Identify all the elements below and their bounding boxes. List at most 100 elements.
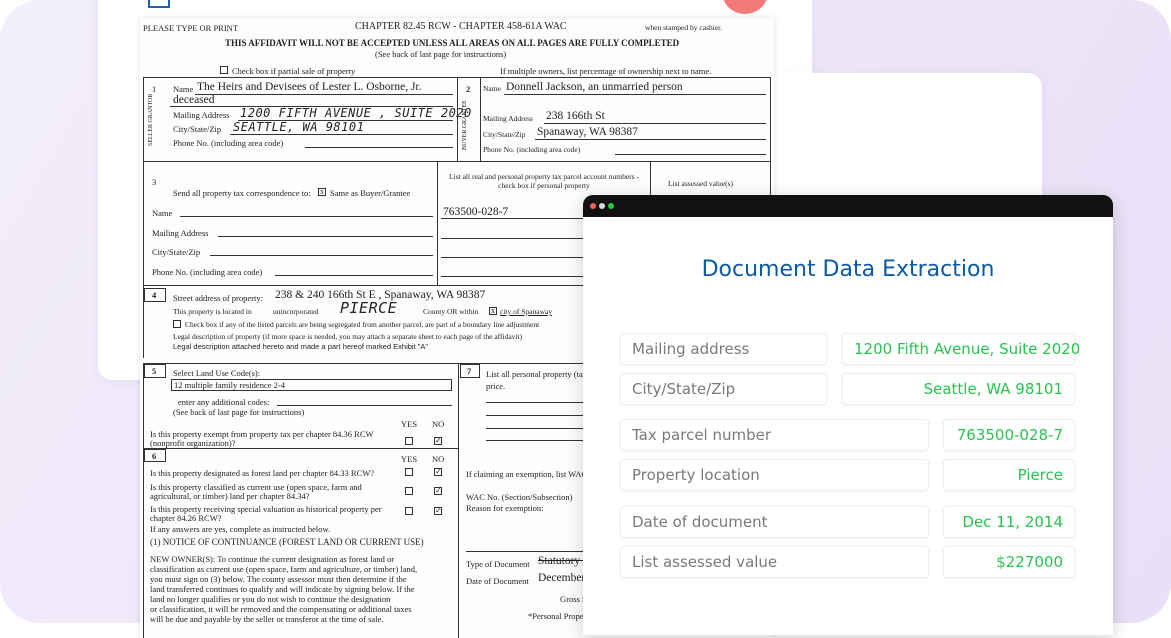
- segregated-label: Check box if any of the listed parcels a…: [185, 320, 540, 329]
- segregated-checkbox: [173, 320, 181, 328]
- s3-city-label: City/State/Zip: [152, 247, 201, 257]
- historical-q2: chapter 84.26 RCW?: [150, 513, 222, 523]
- exempt-q2: (nonprofit organization)?: [150, 438, 236, 448]
- field-value[interactable]: 1200 Fifth Avenue, Suite 2020: [842, 333, 1080, 365]
- s3-name-label: Name: [152, 208, 173, 218]
- wac-label: WAC No. (Section/Subsection): [466, 492, 573, 502]
- s6-no: NO: [432, 454, 445, 464]
- price-label: price.: [486, 381, 506, 391]
- historical-no-checkbox: ✓: [434, 506, 442, 515]
- field-label: Tax parcel number: [620, 419, 929, 451]
- current-use-q2: agricultural, or timber) land per chapte…: [150, 491, 310, 501]
- if-yes-note: If any answers are yes, complete as inst…: [150, 524, 331, 534]
- buyer-city-label: City/State/Zip: [483, 130, 526, 139]
- notice-line: land no longer qualifies or you do not w…: [150, 594, 391, 604]
- exempt-yes-checkbox: [405, 437, 413, 445]
- county-or-label: County OR within: [423, 307, 479, 316]
- forest-yes-checkbox: [405, 468, 413, 476]
- buyer-phone-label: Phone No. (including area code): [483, 145, 581, 154]
- doc-icon: [148, 0, 170, 8]
- seller-name-label: Name: [173, 84, 194, 94]
- notice-line: you must sign on (3) below. The county a…: [150, 574, 407, 584]
- forest-q: Is this property designated as forest la…: [150, 468, 375, 478]
- field-label: Mailing address: [620, 333, 827, 365]
- county-handwritten: PIERCE: [340, 299, 398, 317]
- notice-line: NEW OWNER(S): To continue the current de…: [150, 554, 395, 564]
- section-3-num: 3: [152, 177, 157, 187]
- partial-sale-label: Check box if partial sale of property: [232, 66, 356, 76]
- buyer-mailing-label: Mailing Address: [483, 114, 533, 123]
- notice-line: classification as current use (open spac…: [150, 564, 418, 574]
- seller-city: SEATTLE, WA 98101: [233, 120, 365, 134]
- window-titlebar: [583, 195, 1113, 217]
- section-7-num: 7: [467, 366, 472, 376]
- forest-no-checkbox: ✓: [434, 467, 442, 476]
- field-value[interactable]: Pierce: [943, 459, 1075, 491]
- land-use-label: Select Land Use Code(s):: [173, 368, 261, 378]
- parcel-number: 763500-028-7: [443, 206, 509, 218]
- section-6-num: 6: [152, 451, 157, 461]
- doc-date-label: Date of Document: [466, 576, 529, 586]
- s5-see-back: (See back of last page for instructions): [173, 407, 305, 417]
- s3-phone-label: Phone No. (including area code): [152, 267, 263, 277]
- additional-codes-label: enter any additional codes:: [178, 397, 270, 407]
- exempt-no-checkbox: ✓: [434, 436, 442, 445]
- field-value[interactable]: Seattle, WA 98101: [842, 373, 1075, 405]
- please-type: PLEASE TYPE OR PRINT: [143, 23, 239, 33]
- notice-line: or classification, it will be removed an…: [150, 604, 412, 614]
- seller-name: The Heirs and Devisees of Lester L. Osbo…: [197, 81, 422, 93]
- warning: THIS AFFIDAVIT WILL NOT BE ACCEPTED UNLE…: [225, 38, 680, 48]
- located-in-label: This property is located in: [173, 307, 252, 316]
- same-as-buyer-label: Same as Buyer/Grantee: [330, 188, 411, 198]
- assessed-header: List assessed value(s): [668, 179, 733, 188]
- unincorporated-label: unincorporated: [273, 307, 319, 316]
- s3-mailing-label: Mailing Address: [152, 228, 209, 238]
- send-correspondence-label: Send all property tax correspondence to:: [173, 188, 311, 198]
- historical-yes-checkbox: [405, 507, 413, 515]
- close-dot-icon[interactable]: [590, 203, 596, 209]
- buyer-side-label: BUYER GRANTEE: [462, 100, 468, 150]
- multiple-owners-note: If multiple owners, list percentage of o…: [500, 66, 712, 76]
- field-value[interactable]: $227000: [943, 546, 1075, 578]
- maximize-dot-icon[interactable]: [608, 203, 614, 209]
- notice-line: land transferred continues to qualify an…: [150, 584, 415, 594]
- section-4-num: 4: [152, 290, 157, 300]
- field-value[interactable]: Dec 11, 2014: [943, 506, 1075, 538]
- land-use-code: 12 multiple family residence 2-4: [174, 380, 285, 390]
- section-2-num: 2: [466, 84, 471, 94]
- chapter-heading: CHAPTER 82.45 RCW - CHAPTER 458-61A WAC: [355, 21, 567, 32]
- section-5-num: 5: [152, 366, 157, 376]
- reason-label: Reason for exemption:: [466, 503, 544, 513]
- current-use-no-checkbox: ✓: [434, 486, 442, 495]
- parcel-header: List all real and personal property tax …: [449, 172, 639, 191]
- field-value[interactable]: 763500-028-7: [943, 419, 1075, 451]
- buyer-name-label: Name: [483, 84, 501, 93]
- receipt-note: when stamped by cashier.: [645, 23, 723, 32]
- buyer-name: Donnell Jackson, an unmarried person: [506, 81, 683, 93]
- legal-desc-note: Legal description of property (if more s…: [173, 332, 523, 341]
- seller-mailing-label: Mailing Address: [173, 110, 230, 120]
- see-back: (See back of last page for instructions): [375, 49, 507, 59]
- s5-yes: YES: [401, 419, 418, 429]
- city-of-label: city of Spanaway: [500, 307, 553, 316]
- seller-phone-label: Phone No. (including area code): [173, 138, 284, 148]
- seller-city-label: City/State/Zip: [173, 124, 222, 134]
- extraction-window: Document Data Extraction Mailing address…: [583, 195, 1113, 635]
- notice-line: will be due and payable by the seller or…: [150, 614, 384, 624]
- s5-no: NO: [432, 419, 445, 429]
- seller-name-cont: deceased: [173, 94, 215, 106]
- same-as-buyer-checkbox: x: [318, 187, 326, 196]
- street-label: Street address of property:: [173, 293, 263, 303]
- buyer-mailing: 238 166th St: [546, 110, 605, 122]
- field-label: Property location: [620, 459, 929, 491]
- s6-yes: YES: [401, 454, 418, 464]
- buyer-city: Spanaway, WA 98387: [537, 126, 638, 138]
- city-checkbox: x: [489, 306, 497, 315]
- back-card-small: [770, 73, 1042, 213]
- current-use-yes-checkbox: [405, 487, 413, 495]
- minimize-dot-icon[interactable]: [599, 203, 605, 209]
- legal-desc: Legal description attached hereto and ma…: [173, 342, 429, 351]
- seller-side-label: SELLER GRANTOR: [148, 93, 154, 146]
- doc-type-label: Type of Document: [466, 559, 530, 569]
- extraction-title: Document Data Extraction: [701, 257, 995, 282]
